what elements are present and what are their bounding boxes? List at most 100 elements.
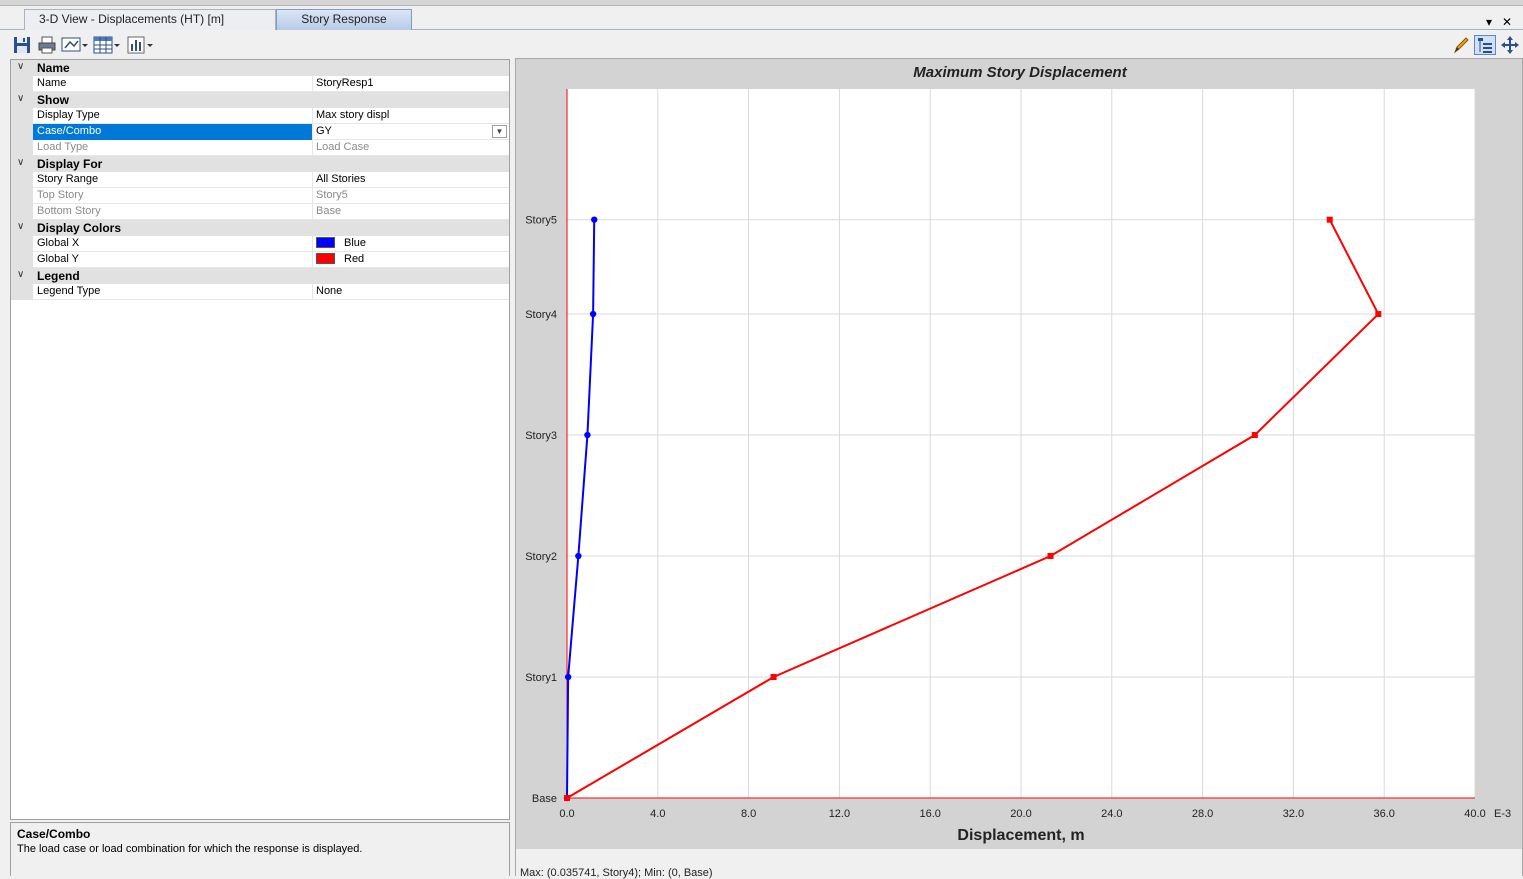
pencil-icon[interactable] <box>1452 35 1470 55</box>
story-tick-label: Story4 <box>525 309 557 321</box>
dropdown-chevron-icon[interactable]: ▼ <box>492 125 507 138</box>
property-row[interactable]: Display Type Max story displ <box>11 108 509 124</box>
tree-options-icon[interactable] <box>1474 35 1496 55</box>
property-name: Global Y <box>33 252 313 268</box>
property-name: Case/Combo <box>33 124 313 140</box>
story-tick-label: Story5 <box>525 215 557 227</box>
category-row[interactable]: ∨ Display For <box>11 156 509 172</box>
property-row[interactable]: Story Range All Stories <box>11 172 509 188</box>
property-row[interactable]: Top Story Story5 <box>11 188 509 204</box>
data-point-global-x <box>575 552 582 560</box>
row-gutter <box>11 252 33 268</box>
story-tick-label: Base <box>532 793 557 805</box>
x-tick-label: 32.0 <box>1283 808 1304 820</box>
tab-3d-view[interactable]: 3-D View - Displacements (HT) [m] <box>24 9 276 30</box>
property-name: Display Type <box>33 108 313 124</box>
print-icon[interactable] <box>37 35 57 55</box>
x-tick-label: 20.0 <box>1010 808 1031 820</box>
collapse-chevron-icon[interactable]: ∨ <box>17 93 27 104</box>
data-point-global-y <box>564 795 570 801</box>
row-gutter <box>11 188 33 204</box>
document-tab-bar: 3-D View - Displacements (HT) [m] Story … <box>0 6 1523 30</box>
description-title: Case/Combo <box>17 827 91 841</box>
status-bar: Max: (0.035741, Story4); Min: (0, Base) <box>516 849 1522 879</box>
tab-story-response[interactable]: Story Response <box>276 9 412 30</box>
property-value[interactable]: Red <box>313 252 509 268</box>
pan-icon[interactable] <box>1500 35 1520 55</box>
property-row[interactable]: Name StoryResp1 <box>11 76 509 92</box>
data-point-global-y <box>1251 432 1258 439</box>
property-value[interactable]: Blue <box>313 236 509 252</box>
property-value-text: Blue <box>344 237 367 249</box>
x-tick-label: 12.0 <box>829 808 850 820</box>
data-point-global-y <box>1047 553 1054 560</box>
category-label: Show <box>37 93 69 107</box>
property-row[interactable]: Load Type Load Case <box>11 140 509 156</box>
property-name: Global X <box>33 236 313 252</box>
property-value-text: Story5 <box>316 189 348 201</box>
row-gutter <box>11 204 33 220</box>
collapse-chevron-icon[interactable]: ∨ <box>17 157 27 168</box>
property-row[interactable]: Global X Blue <box>11 236 509 252</box>
data-point-global-y <box>1375 311 1382 318</box>
category-row[interactable]: ∨ Show <box>11 92 509 108</box>
close-tab-icon[interactable]: ✕ <box>1502 15 1512 29</box>
x-tick-label: 36.0 <box>1373 808 1394 820</box>
x-tick-label: 4.0 <box>650 808 665 820</box>
chart-icon[interactable] <box>127 35 155 55</box>
x-tick-label: 24.0 <box>1101 808 1122 820</box>
collapse-chevron-icon[interactable]: ∨ <box>17 61 27 72</box>
property-name: Load Type <box>33 140 313 156</box>
property-row[interactable]: Global Y Red <box>11 252 509 268</box>
tab-list-dropdown-icon[interactable]: ▾ <box>1486 15 1492 29</box>
property-value-text: None <box>316 285 343 297</box>
data-point-global-x <box>564 673 572 681</box>
category-row[interactable]: ∨ Name <box>11 60 509 76</box>
property-value[interactable]: Max story displ <box>313 108 509 124</box>
property-row[interactable]: Legend Type None <box>11 284 509 300</box>
x-tick-label: 40.0 <box>1464 808 1485 820</box>
property-value[interactable]: Story5 <box>313 188 509 204</box>
property-name: Story Range <box>33 172 313 188</box>
x-tick-label: 28.0 <box>1192 808 1213 820</box>
property-value[interactable]: GY ▼ <box>313 124 509 140</box>
collapse-chevron-icon[interactable]: ∨ <box>17 269 27 280</box>
property-value[interactable]: Load Case <box>313 140 509 156</box>
row-gutter <box>11 236 33 252</box>
property-value-text: GY <box>316 125 332 137</box>
category-row[interactable]: ∨ Display Colors <box>11 220 509 236</box>
property-value-text: Red <box>344 253 365 265</box>
property-value[interactable]: StoryResp1 <box>313 76 509 92</box>
x-axis-label: Displacement, m <box>957 827 1084 844</box>
property-value-text: Base <box>316 205 342 217</box>
story-tick-label: Story2 <box>525 551 557 563</box>
status-text: Max: (0.035741, Story4); Min: (0, Base) <box>520 867 713 879</box>
data-point-global-x <box>589 310 597 318</box>
property-description-panel: Case/Combo The load case or load combina… <box>10 822 510 876</box>
display-options-icon[interactable] <box>61 35 89 55</box>
property-value[interactable]: Base <box>313 204 509 220</box>
x-axis-unit-suffix: E-3 <box>1494 808 1511 820</box>
color-swatch <box>316 237 335 248</box>
toolbar <box>0 31 1523 58</box>
property-value[interactable]: All Stories <box>313 172 509 188</box>
data-point-global-x <box>591 216 598 223</box>
description-text: The load case or load combination for wh… <box>17 843 363 855</box>
row-gutter <box>11 140 33 156</box>
x-tick-label: 16.0 <box>919 808 940 820</box>
color-swatch <box>316 253 335 264</box>
save-icon[interactable] <box>12 35 32 55</box>
property-value-text: Max story displ <box>316 109 390 121</box>
row-gutter <box>11 76 33 92</box>
collapse-chevron-icon[interactable]: ∨ <box>17 221 27 232</box>
property-value-text: Load Case <box>316 141 370 153</box>
chart-panel: 0.0 4.0 8.0 12.0 16.0 20.0 24.0 28.0 32.0 36.0 40.… <box>515 58 1523 879</box>
property-row[interactable]: Bottom Story Base <box>11 204 509 220</box>
category-row[interactable]: ∨ Legend <box>11 268 509 284</box>
table-icon[interactable] <box>93 35 121 55</box>
property-row[interactable]: Case/Combo GY ▼ <box>11 124 509 140</box>
row-gutter <box>11 172 33 188</box>
property-value[interactable]: None <box>313 284 509 300</box>
x-tick-label: 0.0 <box>559 808 574 820</box>
data-point-global-x <box>584 431 591 439</box>
